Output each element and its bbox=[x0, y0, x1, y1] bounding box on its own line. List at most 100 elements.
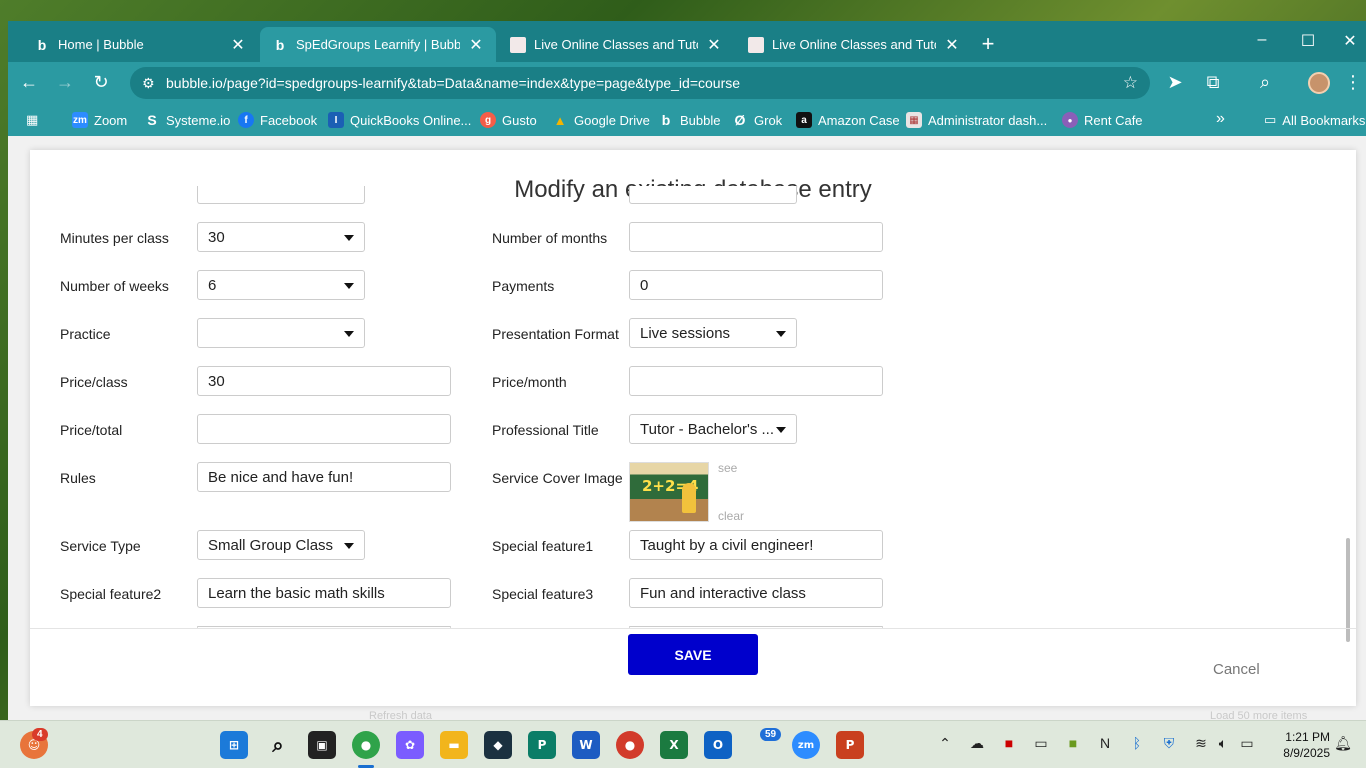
cut-off-field[interactable] bbox=[629, 186, 797, 204]
more-bookmarks-icon[interactable]: » bbox=[1216, 110, 1225, 128]
show-hidden-icons[interactable]: ⌃ bbox=[936, 735, 954, 752]
profile-avatar[interactable] bbox=[1308, 72, 1330, 94]
number-of-months-input[interactable] bbox=[629, 222, 883, 252]
quickbooks-icon: I bbox=[328, 112, 344, 128]
windows-taskbar: ☺ 4 ⊞ ⌕ ▣ ● ✿ ▬ ◆ P W ● X O 59 zm P ⌃ ☁ … bbox=[0, 720, 1366, 768]
service-cover-image-thumbnail[interactable]: 2+2=4 bbox=[629, 462, 709, 522]
cut-off-field[interactable] bbox=[197, 186, 365, 204]
minutes-per-class-select[interactable]: 30 bbox=[197, 222, 365, 252]
tool-app-icon[interactable]: ◆ bbox=[484, 731, 512, 759]
rentcafe-icon: ● bbox=[1062, 112, 1078, 128]
special-feature1-input[interactable]: Taught by a civil engineer! bbox=[629, 530, 883, 560]
notion-icon[interactable]: N bbox=[1096, 735, 1114, 751]
extensions-icon[interactable]: ⧉ bbox=[1202, 72, 1224, 93]
battery-icon[interactable]: ▭ bbox=[1238, 735, 1256, 752]
forward-icon[interactable]: → bbox=[54, 72, 76, 93]
service-cover-image-label: Service Cover Image bbox=[492, 470, 623, 486]
notifications-icon[interactable]: 🔔︎ bbox=[1334, 735, 1352, 752]
site-info-icon[interactable]: ⚙ bbox=[142, 75, 155, 92]
modal-scrollbar[interactable] bbox=[1346, 538, 1350, 642]
close-tab-icon[interactable]: ✕ bbox=[706, 35, 722, 55]
payments-input[interactable]: 0 bbox=[629, 270, 883, 300]
browser-toolbar: ← → ↻ ⚙ bubble.io/page?id=spedgroups-lea… bbox=[8, 62, 1366, 104]
practice-label: Practice bbox=[60, 326, 111, 342]
back-icon[interactable]: ← bbox=[18, 72, 40, 93]
price-class-input[interactable]: 30 bbox=[197, 366, 451, 396]
reload-icon[interactable]: ↻ bbox=[90, 72, 112, 93]
bookmark-bubble[interactable]: b Bubble bbox=[658, 112, 721, 128]
close-tab-icon[interactable]: ✕ bbox=[468, 35, 484, 55]
see-image-link[interactable]: see bbox=[718, 461, 737, 475]
special-feature1-label: Special feature1 bbox=[492, 538, 594, 554]
apps-icon[interactable]: ▦ bbox=[26, 112, 38, 128]
bookmark-systeme[interactable]: S Systeme.io bbox=[144, 112, 230, 128]
windows-start-icon[interactable]: ⊞ bbox=[220, 731, 248, 759]
task-view-icon[interactable]: ▣ bbox=[308, 731, 336, 759]
bookmark-gusto[interactable]: g Gusto bbox=[480, 112, 537, 128]
onedrive-icon[interactable]: ☁ bbox=[968, 735, 986, 752]
powerpoint-icon[interactable]: P bbox=[836, 731, 864, 759]
publisher-icon[interactable]: P bbox=[528, 731, 556, 759]
outschool-icon bbox=[748, 36, 764, 53]
tab-search-icon[interactable]: ⌕ bbox=[1254, 72, 1276, 93]
zoom-app-icon[interactable]: zm bbox=[792, 731, 820, 759]
search-icon[interactable]: ⌕ bbox=[264, 731, 292, 759]
close-tab-icon[interactable]: ✕ bbox=[230, 35, 246, 55]
close-tab-icon[interactable]: ✕ bbox=[944, 35, 960, 55]
tray-app-icon[interactable]: ■ bbox=[1000, 735, 1018, 751]
admin-icon: ▦ bbox=[906, 112, 922, 128]
price-total-input[interactable] bbox=[197, 414, 451, 444]
all-bookmarks[interactable]: ▭ All Bookmarks bbox=[1264, 112, 1365, 128]
system-clock[interactable]: 1:21 PM 8/9/2025 bbox=[1270, 729, 1330, 761]
special-feature3-input[interactable]: Fun and interactive class bbox=[629, 578, 883, 608]
address-bar[interactable]: ⚙ bubble.io/page?id=spedgroups-learnify&… bbox=[130, 67, 1150, 99]
file-explorer-icon[interactable]: ▬ bbox=[440, 731, 468, 759]
maximize-icon[interactable]: ☐ bbox=[1298, 31, 1318, 51]
wifi-icon[interactable]: ≋ bbox=[1192, 735, 1210, 752]
save-button[interactable]: SAVE bbox=[628, 634, 758, 675]
number-of-weeks-label: Number of weeks bbox=[60, 278, 169, 294]
volume-icon[interactable]: 🔈︎ bbox=[1214, 735, 1232, 752]
chrome-icon[interactable]: ● bbox=[616, 731, 644, 759]
cartoon-child-icon bbox=[682, 483, 696, 513]
special-feature2-input[interactable]: Learn the basic math skills bbox=[197, 578, 451, 608]
minimize-icon[interactable]: – bbox=[1252, 31, 1272, 49]
bookmark-facebook[interactable]: f Facebook bbox=[238, 112, 317, 128]
tray-app-icon[interactable]: ▭ bbox=[1032, 735, 1050, 752]
chrome-profile-icon[interactable]: ● bbox=[352, 731, 380, 759]
word-icon[interactable]: W bbox=[572, 731, 600, 759]
outlook-icon[interactable]: O bbox=[704, 731, 732, 759]
bookmark-amazon-case[interactable]: a Amazon Case bbox=[796, 112, 900, 128]
security-icon[interactable]: ⛨ bbox=[1160, 735, 1178, 752]
clear-image-link[interactable]: clear bbox=[718, 509, 744, 523]
presentation-format-select[interactable]: Live sessions bbox=[629, 318, 797, 348]
bookmark-grok[interactable]: Ø Grok bbox=[732, 112, 783, 128]
bookmark-google-drive[interactable]: ▲ Google Drive bbox=[552, 112, 650, 128]
service-type-select[interactable]: Small Group Class bbox=[197, 530, 365, 560]
close-window-icon[interactable]: ✕ bbox=[1340, 31, 1360, 51]
cancel-button[interactable]: Cancel bbox=[1213, 661, 1260, 678]
bluetooth-icon[interactable]: ᛒ bbox=[1128, 735, 1146, 751]
menu-icon[interactable]: ⋮ bbox=[1342, 72, 1364, 93]
service-type-label: Service Type bbox=[60, 538, 141, 554]
practice-select[interactable] bbox=[197, 318, 365, 348]
bookmark-zoom[interactable]: zm Zoom bbox=[72, 112, 127, 128]
tab-spedgroups-learnify[interactable]: b SpEdGroups Learnify | Bubble E ✕ bbox=[260, 27, 496, 62]
number-of-weeks-select[interactable]: 6 bbox=[197, 270, 365, 300]
price-month-input[interactable] bbox=[629, 366, 883, 396]
payments-label: Payments bbox=[492, 278, 555, 294]
bookmark-rent-cafe[interactable]: ● Rent Cafe bbox=[1062, 112, 1143, 128]
bookmark-star-icon[interactable]: ☆ bbox=[1123, 73, 1138, 93]
professional-title-select[interactable]: Tutor - Bachelor's ... bbox=[629, 414, 797, 444]
new-tab-icon[interactable]: + bbox=[978, 31, 998, 57]
cursor-extension-icon[interactable]: ➤ bbox=[1164, 72, 1186, 93]
tab-home-bubble[interactable]: b Home | Bubble ✕ bbox=[22, 27, 258, 62]
copilot-icon[interactable]: ✿ bbox=[396, 731, 424, 759]
bookmark-quickbooks[interactable]: I QuickBooks Online... bbox=[328, 112, 471, 128]
bookmark-administrator-dash[interactable]: ▦ Administrator dash... bbox=[906, 112, 1047, 128]
tab-live-online-classes-2[interactable]: Live Online Classes and Tutoring ✕ bbox=[736, 27, 972, 62]
excel-icon[interactable]: X bbox=[660, 731, 688, 759]
tab-live-online-classes-1[interactable]: Live Online Classes and Tutoring ✕ bbox=[498, 27, 734, 62]
nvidia-icon[interactable]: ■ bbox=[1064, 735, 1082, 751]
rules-input[interactable]: Be nice and have fun! bbox=[197, 462, 451, 492]
